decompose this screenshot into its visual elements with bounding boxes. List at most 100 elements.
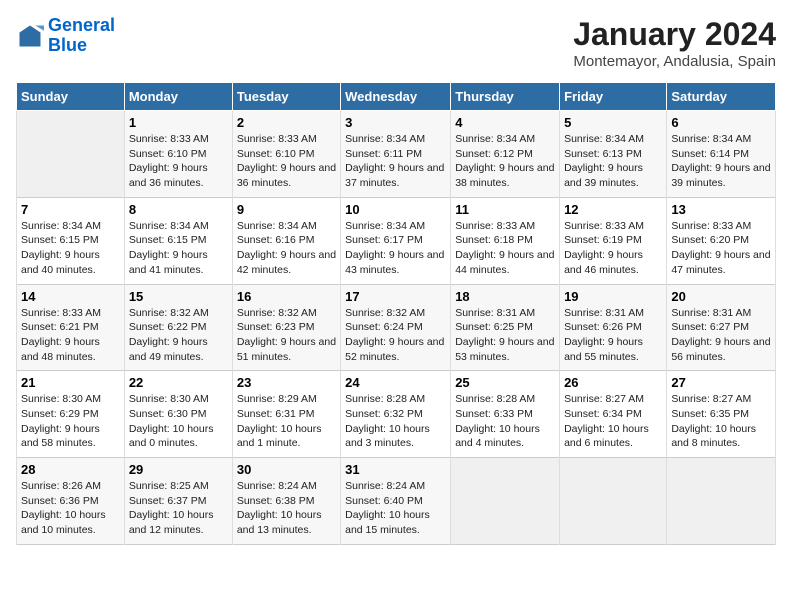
calendar-week-5: 28 Sunrise: 8:26 AMSunset: 6:36 PMDayligh…: [17, 458, 776, 545]
calendar-cell: 18 Sunrise: 8:31 AMSunset: 6:25 PMDayligh…: [451, 284, 560, 371]
day-number: 23: [237, 375, 336, 390]
day-number: 15: [129, 289, 228, 304]
calendar-cell: 7 Sunrise: 8:34 AMSunset: 6:15 PMDaylight…: [17, 197, 125, 284]
day-number: 12: [564, 202, 662, 217]
day-info: Sunrise: 8:25 AMSunset: 6:37 PMDaylight:…: [129, 479, 228, 538]
title-block: January 2024 Montemayor, Andalusia, Spai…: [573, 16, 776, 70]
calendar-cell: 4 Sunrise: 8:34 AMSunset: 6:12 PMDaylight…: [451, 111, 560, 198]
page-header: GeneralBlue January 2024 Montemayor, And…: [16, 16, 776, 70]
calendar-cell: 16 Sunrise: 8:32 AMSunset: 6:23 PMDayligh…: [232, 284, 340, 371]
calendar-cell: 1Sunrise: 8:33 AMSunset: 6:10 PMDaylight…: [124, 111, 232, 198]
calendar-cell: [667, 458, 776, 545]
calendar-cell: 30 Sunrise: 8:24 AMSunset: 6:38 PMDayligh…: [232, 458, 340, 545]
month-year: January 2024: [573, 16, 776, 53]
day-info: Sunrise: 8:34 AMSunset: 6:15 PMDaylight:…: [129, 219, 228, 278]
calendar-cell: 15 Sunrise: 8:32 AMSunset: 6:22 PMDayligh…: [124, 284, 232, 371]
day-info: Sunrise: 8:33 AMSunset: 6:21 PMDaylight:…: [21, 306, 120, 365]
calendar-cell: 2 Sunrise: 8:33 AMSunset: 6:10 PMDaylight…: [232, 111, 340, 198]
day-number: 21: [21, 375, 120, 390]
calendar-cell: 19 Sunrise: 8:31 AMSunset: 6:26 PMDayligh…: [560, 284, 667, 371]
day-number: 29: [129, 462, 228, 477]
day-number: 18: [455, 289, 555, 304]
calendar-cell: 23 Sunrise: 8:29 AMSunset: 6:31 PMDayligh…: [232, 371, 340, 458]
day-info: Sunrise: 8:28 AMSunset: 6:32 PMDaylight:…: [345, 392, 446, 451]
day-number: 26: [564, 375, 662, 390]
day-info: Sunrise: 8:34 AMSunset: 6:16 PMDaylight:…: [237, 219, 336, 278]
day-number: 22: [129, 375, 228, 390]
day-info: Sunrise: 8:28 AMSunset: 6:33 PMDaylight:…: [455, 392, 555, 451]
day-info: Sunrise: 8:27 AMSunset: 6:34 PMDaylight:…: [564, 392, 662, 451]
calendar-cell: 28 Sunrise: 8:26 AMSunset: 6:36 PMDayligh…: [17, 458, 125, 545]
day-number: 19: [564, 289, 662, 304]
calendar-cell: 17Sunrise: 8:32 AMSunset: 6:24 PMDayligh…: [341, 284, 451, 371]
day-info: Sunrise: 8:27 AMSunset: 6:35 PMDaylight:…: [671, 392, 771, 451]
day-info: Sunrise: 8:32 AMSunset: 6:22 PMDaylight:…: [129, 306, 228, 365]
calendar-cell: 9Sunrise: 8:34 AMSunset: 6:16 PMDaylight…: [232, 197, 340, 284]
day-number: 20: [671, 289, 771, 304]
calendar-cell: 14 Sunrise: 8:33 AMSunset: 6:21 PMDayligh…: [17, 284, 125, 371]
day-info: Sunrise: 8:29 AMSunset: 6:31 PMDaylight:…: [237, 392, 336, 451]
calendar-cell: 3 Sunrise: 8:34 AMSunset: 6:11 PMDaylight…: [341, 111, 451, 198]
day-info: Sunrise: 8:34 AMSunset: 6:15 PMDaylight:…: [21, 219, 120, 278]
day-number: 11: [455, 202, 555, 217]
calendar-week-2: 7 Sunrise: 8:34 AMSunset: 6:15 PMDaylight…: [17, 197, 776, 284]
calendar-cell: [560, 458, 667, 545]
calendar-week-4: 21 Sunrise: 8:30 AMSunset: 6:29 PMDayligh…: [17, 371, 776, 458]
logo-icon: [16, 22, 44, 50]
day-info: Sunrise: 8:30 AMSunset: 6:30 PMDaylight:…: [129, 392, 228, 451]
header-wednesday: Wednesday: [341, 83, 451, 111]
calendar-cell: [17, 111, 125, 198]
day-info: Sunrise: 8:32 AMSunset: 6:23 PMDaylight:…: [237, 306, 336, 365]
day-number: 28: [21, 462, 120, 477]
day-info: Sunrise: 8:33 AMSunset: 6:18 PMDaylight:…: [455, 219, 555, 278]
day-info: Sunrise: 8:30 AMSunset: 6:29 PMDaylight:…: [21, 392, 120, 451]
day-number: 25: [455, 375, 555, 390]
calendar-cell: 20Sunrise: 8:31 AMSunset: 6:27 PMDayligh…: [667, 284, 776, 371]
logo-text: GeneralBlue: [48, 16, 115, 56]
day-info: Sunrise: 8:31 AMSunset: 6:25 PMDaylight:…: [455, 306, 555, 365]
calendar-cell: 8 Sunrise: 8:34 AMSunset: 6:15 PMDaylight…: [124, 197, 232, 284]
day-number: 27: [671, 375, 771, 390]
calendar-cell: 29 Sunrise: 8:25 AMSunset: 6:37 PMDayligh…: [124, 458, 232, 545]
day-number: 10: [345, 202, 446, 217]
header-saturday: Saturday: [667, 83, 776, 111]
calendar-week-3: 14 Sunrise: 8:33 AMSunset: 6:21 PMDayligh…: [17, 284, 776, 371]
header-sunday: Sunday: [17, 83, 125, 111]
day-number: 3: [345, 115, 446, 130]
day-number: 2: [237, 115, 336, 130]
day-number: 8: [129, 202, 228, 217]
day-info: Sunrise: 8:34 AMSunset: 6:11 PMDaylight:…: [345, 132, 446, 191]
calendar-cell: 21 Sunrise: 8:30 AMSunset: 6:29 PMDayligh…: [17, 371, 125, 458]
calendar-cell: 27 Sunrise: 8:27 AMSunset: 6:35 PMDayligh…: [667, 371, 776, 458]
day-info: Sunrise: 8:34 AMSunset: 6:17 PMDaylight:…: [345, 219, 446, 278]
calendar-cell: 31Sunrise: 8:24 AMSunset: 6:40 PMDayligh…: [341, 458, 451, 545]
day-info: Sunrise: 8:31 AMSunset: 6:26 PMDaylight:…: [564, 306, 662, 365]
calendar-cell: 26 Sunrise: 8:27 AMSunset: 6:34 PMDayligh…: [560, 371, 667, 458]
day-info: Sunrise: 8:34 AMSunset: 6:12 PMDaylight:…: [455, 132, 555, 191]
day-number: 16: [237, 289, 336, 304]
calendar-cell: 6Sunrise: 8:34 AMSunset: 6:14 PMDaylight…: [667, 111, 776, 198]
day-info: Sunrise: 8:33 AMSunset: 6:20 PMDaylight:…: [671, 219, 771, 278]
day-info: Sunrise: 8:24 AMSunset: 6:38 PMDaylight:…: [237, 479, 336, 538]
calendar-cell: 13Sunrise: 8:33 AMSunset: 6:20 PMDayligh…: [667, 197, 776, 284]
day-info: Sunrise: 8:26 AMSunset: 6:36 PMDaylight:…: [21, 479, 120, 538]
header-monday: Monday: [124, 83, 232, 111]
calendar-header-row: SundayMondayTuesdayWednesdayThursdayFrid…: [17, 83, 776, 111]
calendar-week-1: 1 Sunrise: 8:33 AMSunset: 6:10 PMDaylight…: [17, 111, 776, 198]
calendar-cell: 12 Sunrise: 8:33 AMSunset: 6:19 PMDayligh…: [560, 197, 667, 284]
day-number: 7: [21, 202, 120, 217]
day-info: Sunrise: 8:33 AMSunset: 6:19 PMDaylight:…: [564, 219, 662, 278]
calendar-cell: 25 Sunrise: 8:28 AMSunset: 6:33 PMDayligh…: [451, 371, 560, 458]
calendar-cell: 22 Sunrise: 8:30 AMSunset: 6:30 PMDayligh…: [124, 371, 232, 458]
day-number: 14: [21, 289, 120, 304]
day-number: 30: [237, 462, 336, 477]
day-info: Sunrise: 8:33 AMSunset: 6:10 PMDaylight:…: [237, 132, 336, 191]
day-number: 1: [129, 115, 228, 130]
header-friday: Friday: [560, 83, 667, 111]
calendar-cell: 11 Sunrise: 8:33 AMSunset: 6:18 PMDayligh…: [451, 197, 560, 284]
day-number: 4: [455, 115, 555, 130]
calendar-cell: 24 Sunrise: 8:28 AMSunset: 6:32 PMDayligh…: [341, 371, 451, 458]
day-number: 24: [345, 375, 446, 390]
header-thursday: Thursday: [451, 83, 560, 111]
calendar-cell: 5Sunrise: 8:34 AMSunset: 6:13 PMDaylight…: [560, 111, 667, 198]
